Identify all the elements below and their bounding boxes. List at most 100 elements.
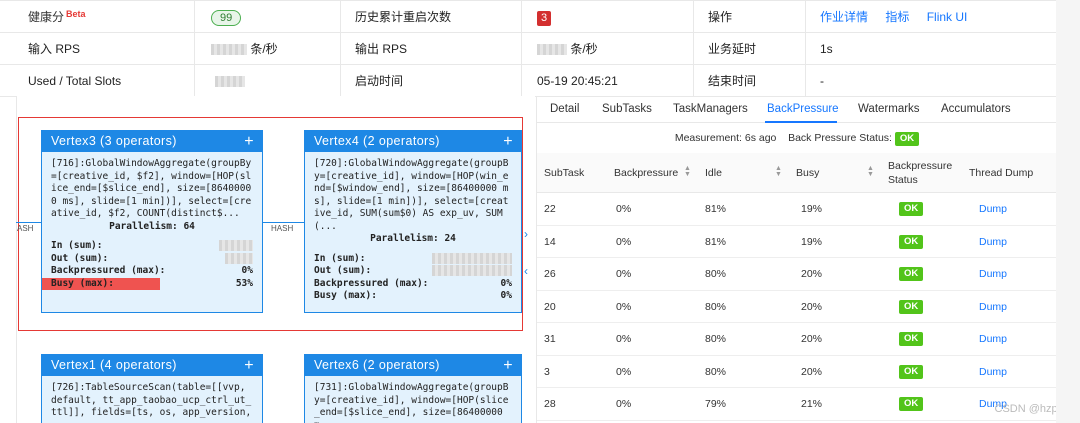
latency-value-cell: 1s (806, 33, 1056, 65)
bp-status-badge: OK (894, 132, 920, 146)
status-badge: OK (899, 202, 924, 216)
job-detail-link[interactable]: 作业详情 (820, 10, 868, 24)
vertex4-bp-row: Backpressured (max): 0% (305, 278, 521, 291)
end-label-cell: 结束时间 (694, 65, 806, 97)
idle-cell: 79% (705, 398, 727, 410)
backpressure-cell: 0% (616, 268, 632, 280)
table-row: 28 0% 79% 21% OK Dump (537, 388, 1057, 421)
tab-subtasks[interactable]: SubTasks (602, 103, 652, 115)
col-bp-status-line2: Status (888, 174, 918, 186)
backpressure-sort-icon[interactable]: ▲ ▼ (684, 165, 691, 178)
vertex3-busy-label: Busy (max): (51, 277, 114, 289)
vertex6-header: Vertex6 (2 operators) + (305, 355, 521, 376)
vertex3-node[interactable]: Vertex3 (3 operators) + [716]:GlobalWind… (41, 130, 263, 313)
col-idle[interactable]: Idle (705, 167, 722, 180)
vertex6-description: [731]:GlobalWindowAggregate(groupBy=[cre… (314, 382, 509, 423)
vertex4-node[interactable]: Vertex4 (2 operators) + [720]:GlobalWind… (304, 130, 522, 313)
tab-watermarks[interactable]: Watermarks (858, 103, 920, 115)
backpressure-cell: 0% (616, 398, 632, 410)
dump-link[interactable]: Dump (979, 301, 1007, 313)
vertex4-bp-label: Backpressured (max): (314, 277, 429, 289)
backpressure-table-header: SubTask Backpressure ▲ ▼ Idle ▲ ▼ Busy ▲ ▼ … (537, 153, 1057, 193)
vertex1-node[interactable]: Vertex1 (4 operators) + [726]:TableSourc… (41, 354, 263, 423)
in-rps-label: 输入 RPS (28, 42, 81, 56)
vertex6-expand-icon[interactable]: + (503, 355, 513, 376)
vertex3-bp-row: Backpressured (max): 0% (42, 265, 262, 278)
metrics-link[interactable]: 指标 (885, 10, 909, 24)
vertex4-header: Vertex4 (2 operators) + (305, 131, 521, 152)
subtask-cell: 26 (544, 268, 556, 280)
vertex1-header: Vertex1 (4 operators) + (42, 355, 262, 376)
table-row: 31 0% 80% 20% OK Dump (537, 323, 1057, 356)
tab-detail[interactable]: Detail (550, 103, 579, 115)
slots-blurred-value (215, 76, 245, 88)
col-busy[interactable]: Busy (796, 167, 819, 180)
vertex3-bp-label: Backpressured (max): (51, 265, 166, 276)
idle-cell: 80% (705, 300, 727, 313)
vertex3-in-blurred (219, 240, 253, 251)
dump-link[interactable]: Dump (979, 203, 1007, 215)
table-row: 26 0% 80% 20% OK Dump (537, 258, 1057, 291)
ops-links-cell: 作业详情 指标 Flink UI (806, 1, 1056, 33)
slots-label-cell: Used / Total Slots (0, 65, 195, 97)
flink-ui-link[interactable]: Flink UI (927, 10, 968, 24)
dump-link[interactable]: Dump (979, 366, 1007, 378)
info-row-2: 输入 RPS 条/秒 输出 RPS 条/秒 业务延时 1s (0, 33, 1056, 65)
active-tab-indicator (765, 121, 837, 123)
vertex4-out-blurred (432, 265, 512, 276)
vertex4-busy-label: Busy (max): (314, 290, 377, 301)
tab-accumulators[interactable]: Accumulators (941, 103, 1011, 115)
vertex4-busy-value: 0% (500, 290, 512, 301)
vertex3-out-blurred (225, 252, 253, 264)
out-rps-value-cell: 条/秒 (522, 33, 694, 65)
info-row-3: Used / Total Slots 启动时间 05-19 20:45:21 结… (0, 65, 1056, 97)
col-backpressure[interactable]: Backpressure (614, 167, 678, 180)
ops-label-cell: 操作 (694, 1, 806, 33)
chevron-left-icon[interactable]: ‹ (524, 264, 528, 278)
tab-backpressure[interactable]: BackPressure (767, 103, 839, 115)
col-subtask[interactable]: SubTask (544, 167, 584, 180)
subtask-cell: 14 (544, 235, 556, 248)
subtask-cell: 3 (544, 365, 550, 378)
backpressure-cell: 0% (616, 203, 632, 215)
vertex4-busy-row: Busy (max): 0% (305, 290, 521, 303)
idle-sort-icon[interactable]: ▲ ▼ (775, 165, 782, 178)
bp-status-label: Back Pressure Status: (788, 132, 892, 144)
col-thread-dump: Thread Dump (969, 167, 1034, 179)
vertex6-node[interactable]: Vertex6 (2 operators) + [731]:GlobalWind… (304, 354, 522, 423)
start-value: 05-19 20:45:21 (537, 74, 618, 88)
idle-cell: 80% (705, 268, 727, 280)
subtask-cell: 22 (544, 203, 556, 215)
vertex4-expand-icon[interactable]: + (503, 131, 513, 152)
vertex3-expand-icon[interactable]: + (244, 131, 254, 152)
slots-value-cell (195, 65, 341, 97)
vertex3-busy-value: 53% (235, 277, 253, 289)
dump-link[interactable]: Dump (979, 333, 1007, 345)
subtask-cell: 28 (544, 398, 556, 410)
chevron-right-icon[interactable]: › (524, 227, 528, 241)
vertex3-out-label: Out (sum): (51, 252, 109, 264)
health-label-cell: 健康分 Beta (0, 1, 195, 33)
busy-sort-icon[interactable]: ▲ ▼ (867, 165, 874, 178)
vertex1-expand-icon[interactable]: + (244, 355, 254, 376)
idle-cell: 80% (705, 365, 727, 378)
vertex4-in-label: In (sum): (314, 252, 366, 264)
idle-cell: 81% (705, 203, 727, 215)
start-value-cell: 05-19 20:45:21 (522, 65, 694, 97)
right-scroll-gutter[interactable] (1056, 0, 1080, 423)
backpressure-cell: 0% (616, 300, 632, 313)
dump-link[interactable]: Dump (979, 236, 1007, 248)
info-row-1: 健康分 Beta 99 历史累计重启次数 3 操作 作业详情 指标 Flink U… (0, 1, 1056, 33)
in-rps-unit: 条/秒 (250, 42, 278, 56)
ops-label: 操作 (708, 10, 733, 24)
vertex4-title: Vertex4 (2 operators) (314, 134, 440, 148)
edge-left (16, 222, 42, 223)
busy-cell: 20% (801, 268, 823, 280)
table-row: 22 0% 81% 19% OK Dump (537, 193, 1057, 226)
start-label: 启动时间 (355, 74, 404, 88)
vertex-detail-panel: Detail SubTasks TaskManagers BackPressur… (536, 96, 1057, 423)
tab-taskmanagers[interactable]: TaskManagers (673, 103, 748, 115)
vertex4-parallelism: Parallelism: 24 (370, 233, 456, 244)
vertex3-header: Vertex3 (3 operators) + (42, 131, 262, 152)
dump-link[interactable]: Dump (979, 268, 1007, 280)
